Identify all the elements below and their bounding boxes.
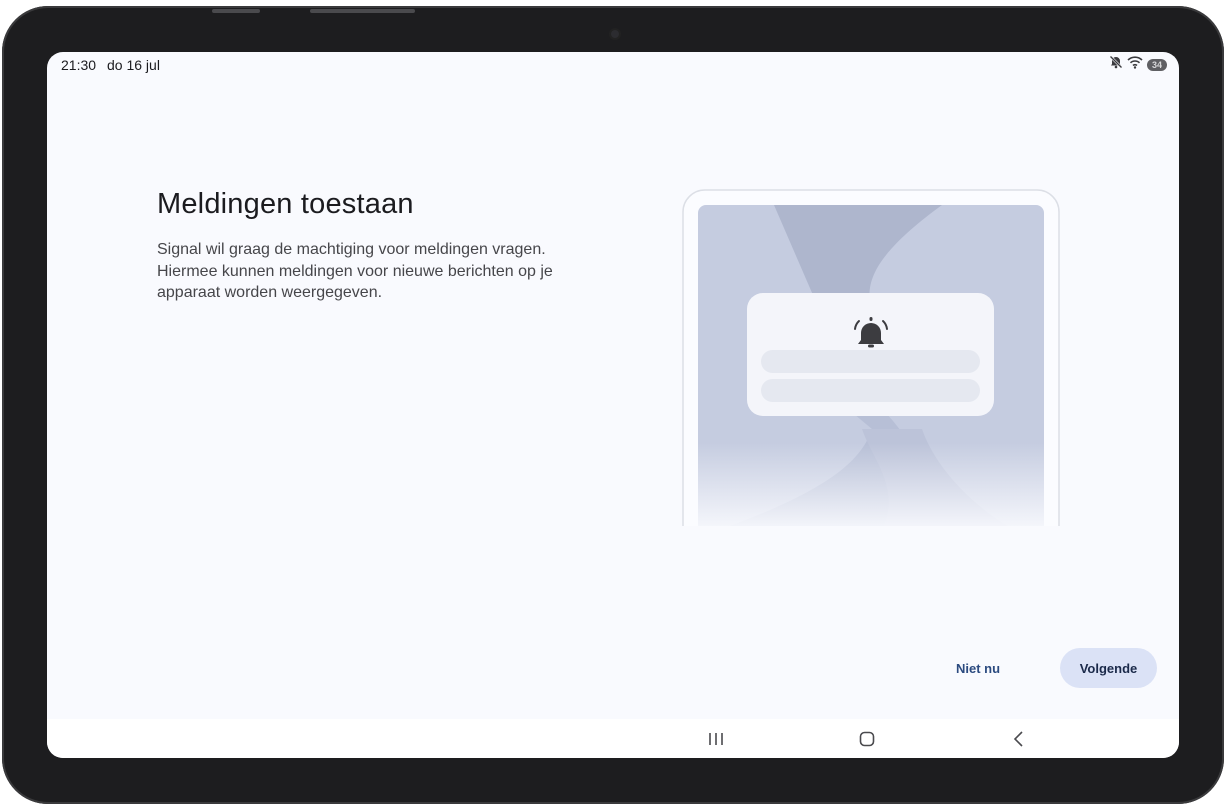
volume-button	[212, 9, 260, 13]
recents-icon[interactable]	[702, 727, 730, 751]
status-icons: 34	[1109, 55, 1167, 74]
status-time: 21:30	[61, 57, 97, 73]
mute-icon	[1109, 55, 1123, 74]
status-date: do 16 jul	[107, 57, 160, 73]
wifi-icon	[1127, 55, 1143, 74]
page-description: Signal wil graag de machtiging voor meld…	[157, 241, 553, 301]
power-button	[310, 9, 415, 13]
navigation-bar	[47, 719, 1179, 758]
next-button[interactable]: Volgende	[1060, 648, 1157, 688]
status-bar: 21:30 do 16 jul 34	[47, 52, 1179, 76]
screen: 21:30 do 16 jul 34 Meldingen toestaan Si…	[47, 52, 1179, 758]
back-icon[interactable]	[1005, 727, 1033, 751]
front-camera	[611, 30, 619, 38]
home-icon[interactable]	[853, 727, 881, 751]
page-title: Meldingen toestaan	[157, 188, 414, 220]
notification-illustration	[682, 189, 1060, 526]
action-bar: Niet nu Volgende	[47, 648, 1179, 688]
not-now-button[interactable]: Niet nu	[933, 648, 1023, 688]
battery-icon: 34	[1147, 58, 1167, 71]
